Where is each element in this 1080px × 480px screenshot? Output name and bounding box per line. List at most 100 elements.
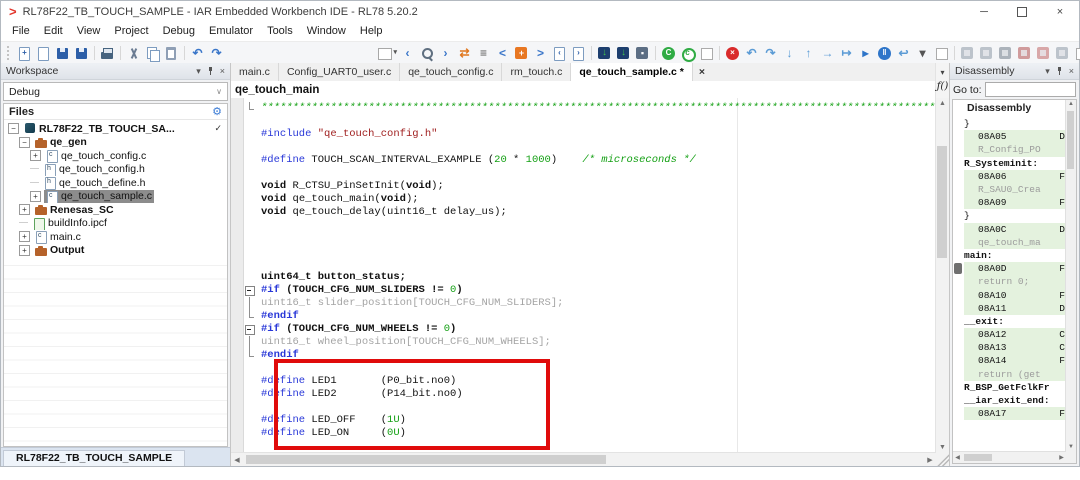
save-button[interactable]: [54, 45, 71, 62]
browse-back-button[interactable]: <: [494, 45, 511, 62]
panel-close-icon[interactable]: ×: [220, 66, 225, 76]
fold-end-icon[interactable]: [231, 102, 261, 115]
close-button[interactable]: ×: [1041, 1, 1079, 22]
spare-button[interactable]: [933, 45, 950, 62]
find-next-button[interactable]: ›: [437, 45, 454, 62]
fold-end-icon[interactable]: [231, 349, 261, 362]
fold-end-icon[interactable]: [231, 310, 261, 323]
resize-grip[interactable]: [936, 453, 949, 466]
tree-item-qe-touch-config-h[interactable]: qe_touch_config.h: [4, 163, 227, 177]
menu-help[interactable]: Help: [353, 22, 390, 41]
paste-button[interactable]: [163, 45, 180, 62]
copy-button[interactable]: [144, 45, 161, 62]
function-nav-label[interactable]: qe_touch_main: [235, 84, 319, 96]
goto-input[interactable]: [985, 82, 1076, 97]
restore-button[interactable]: [1003, 1, 1041, 22]
expander-plus-icon[interactable]: +: [19, 204, 30, 215]
panel-menu-icon[interactable]: ▾: [1045, 66, 1050, 77]
open-file-button[interactable]: [35, 45, 52, 62]
menu-file[interactable]: File: [5, 22, 37, 41]
tree-item-qe-touch-sample-c[interactable]: +qe_touch_sample.c: [4, 190, 227, 204]
scrollbar-thumb[interactable]: [1067, 111, 1074, 169]
step-out-button[interactable]: ↑: [800, 45, 817, 62]
redo-button[interactable]: ↷: [208, 45, 225, 62]
tab-qe-touch-config-c[interactable]: qe_touch_config.c: [400, 63, 502, 81]
expander-minus-icon[interactable]: −: [8, 123, 19, 134]
configuration-select[interactable]: Debug ∨: [3, 82, 228, 101]
tab-config-uart0-user-c[interactable]: Config_UART0_user.c: [279, 63, 400, 81]
browse-forward-button[interactable]: >: [532, 45, 549, 62]
find-button[interactable]: [418, 45, 435, 62]
disassembly-vertical-scrollbar[interactable]: ▲ ▼: [1065, 100, 1076, 452]
editor-vertical-scrollbar[interactable]: ▲ ▼: [935, 98, 949, 453]
scroll-right-icon[interactable]: ▶: [924, 456, 936, 464]
disassembly-horizontal-scrollbar[interactable]: ◀ ▶: [953, 451, 1066, 463]
expander-plus-icon[interactable]: +: [30, 191, 41, 202]
expander-plus-icon[interactable]: +: [19, 231, 30, 242]
scroll-left-icon[interactable]: ◀: [231, 456, 243, 464]
logic-window-button[interactable]: [997, 45, 1014, 62]
scrollbar-thumb[interactable]: [937, 146, 947, 258]
spare-2-button[interactable]: [1073, 45, 1080, 62]
panel-close-icon[interactable]: ×: [1069, 66, 1074, 76]
download-and-debug-button[interactable]: ↓: [596, 45, 613, 62]
find-previous-button[interactable]: ‹: [399, 45, 416, 62]
tree-item-renesas-sc[interactable]: +Renesas_SC: [4, 203, 227, 217]
run-to-cursor-button[interactable]: ↦: [838, 45, 855, 62]
stop-all-button[interactable]: ↩: [895, 45, 912, 62]
menu-debug[interactable]: Debug: [156, 22, 202, 41]
tree-item-qe-gen[interactable]: −qe_gen: [4, 136, 227, 150]
workspace-project-tab[interactable]: RL78F22_TB_TOUCH_SAMPLE: [3, 450, 185, 466]
scrollbar-thumb[interactable]: [246, 455, 606, 464]
debug-more-button[interactable]: ▾: [914, 45, 931, 62]
next-document-button[interactable]: ›: [570, 45, 587, 62]
gear-icon[interactable]: ⚙: [212, 105, 222, 118]
step-into-button[interactable]: ↓: [781, 45, 798, 62]
tree-item-qe-touch-config-c[interactable]: +qe_touch_config.c: [4, 149, 227, 163]
menu-window[interactable]: Window: [300, 22, 353, 41]
pin-icon[interactable]: [1056, 66, 1063, 76]
editor-horizontal-scrollbar[interactable]: ◀ ▶: [231, 452, 936, 466]
next-statement-button[interactable]: →: [819, 45, 836, 62]
tree-item-main-c[interactable]: +main.c: [4, 230, 227, 244]
print-button[interactable]: [99, 45, 116, 62]
new-file-button[interactable]: +: [16, 45, 33, 62]
tree-item-buildinfo-ipcf[interactable]: buildInfo.ipcf: [4, 217, 227, 231]
fold-bar-icon[interactable]: [231, 297, 261, 310]
scroll-right-icon[interactable]: ▶: [1057, 454, 1066, 461]
search-combo-button[interactable]: ▾: [377, 45, 397, 62]
scroll-down-icon[interactable]: ▼: [936, 442, 949, 453]
terminal-io-button[interactable]: [1054, 45, 1071, 62]
breakpoint-window-button[interactable]: [1016, 45, 1033, 62]
menu-edit[interactable]: Edit: [37, 22, 70, 41]
tree-item-qe-touch-define-h[interactable]: qe_touch_define.h: [4, 176, 227, 190]
fold-bar-icon[interactable]: [231, 336, 261, 349]
expander-plus-icon[interactable]: +: [30, 150, 41, 161]
attach-to-running-button[interactable]: ▪: [634, 45, 651, 62]
disassembly-view[interactable]: Disassembly }08A05DR_Config_POR_Systemin…: [952, 99, 1077, 464]
menu-project[interactable]: Project: [107, 22, 155, 41]
scroll-up-icon[interactable]: ▲: [1066, 100, 1076, 109]
step-over-button[interactable]: ↷: [762, 45, 779, 62]
cut-button[interactable]: [125, 45, 142, 62]
scrollbar-thumb[interactable]: [964, 454, 992, 461]
break-button[interactable]: ‖: [876, 45, 893, 62]
previous-document-button[interactable]: ‹: [551, 45, 568, 62]
menu-tools[interactable]: Tools: [260, 22, 300, 41]
stop-debugger-button[interactable]: ×: [724, 45, 741, 62]
tree-item-rl78f22-tb-touch-sa[interactable]: −RL78F22_TB_TOUCH_SA...✓: [4, 122, 227, 136]
add-bookmark-button[interactable]: +: [513, 45, 530, 62]
code-editor[interactable]: ****************************************…: [231, 98, 936, 453]
restart-debugger-button[interactable]: C: [660, 45, 677, 62]
scroll-left-icon[interactable]: ◀: [953, 454, 962, 461]
fold-minus-icon[interactable]: [231, 284, 261, 297]
pin-icon[interactable]: [207, 66, 214, 76]
expander-minus-icon[interactable]: −: [19, 137, 30, 148]
function-list-button[interactable]: ≡: [475, 45, 492, 62]
tab-rm-touch-c[interactable]: rm_touch.c: [502, 63, 571, 81]
data-log-button[interactable]: [1035, 45, 1052, 62]
memory-window-button[interactable]: [959, 45, 976, 62]
tab-qe-touch-sample-c[interactable]: qe_touch_sample.c *: [571, 63, 692, 81]
compile-button[interactable]: c: [679, 45, 696, 62]
symbolic-memory-button[interactable]: [978, 45, 995, 62]
